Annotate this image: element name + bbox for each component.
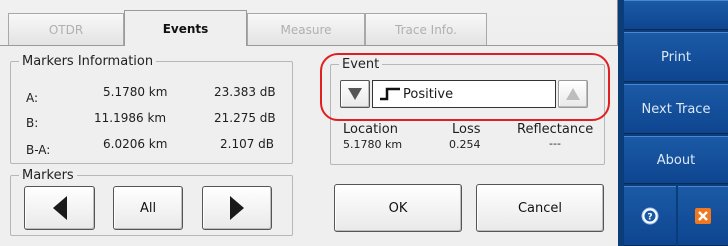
tab-otdr-label: OTDR bbox=[48, 22, 84, 37]
close-button[interactable] bbox=[678, 186, 728, 246]
marker-a-label: A: bbox=[26, 91, 39, 105]
cancel-label: Cancel bbox=[517, 200, 563, 216]
event-reflectance-value: --- bbox=[549, 137, 561, 150]
event-next-button[interactable] bbox=[558, 80, 588, 108]
sidebar-item-next-trace[interactable]: Next Trace bbox=[624, 84, 728, 134]
arrow-right-icon bbox=[230, 196, 244, 220]
close-icon bbox=[695, 208, 711, 224]
tab-events[interactable]: Events bbox=[124, 10, 247, 46]
event-location-header: Location bbox=[343, 122, 398, 137]
event-location-value: 5.1780 km bbox=[343, 138, 403, 151]
event-reflectance-header: Reflectance bbox=[517, 122, 594, 137]
event-title: Event bbox=[342, 57, 380, 72]
sidebar-item-print-label: Print bbox=[661, 49, 691, 65]
marker-a-distance: 5.1780 km bbox=[103, 85, 168, 99]
event-loss-header: Loss bbox=[452, 122, 481, 137]
markers-all-label: All bbox=[139, 200, 157, 216]
triangle-down-icon bbox=[348, 88, 362, 100]
markers-information-title: Markers Information bbox=[22, 54, 154, 69]
tab-events-label: Events bbox=[162, 21, 209, 36]
triangle-up-icon bbox=[566, 88, 580, 100]
main-panel: OTDR Events Measure Trace Info. Markers … bbox=[0, 0, 618, 246]
marker-ba-label: B-A: bbox=[26, 143, 51, 157]
marker-a-loss: 23.383 dB bbox=[214, 85, 276, 99]
sidebar-item-about-label: About bbox=[656, 152, 696, 168]
sidebar: Print Next Trace About ? bbox=[618, 0, 728, 246]
svg-text:?: ? bbox=[647, 213, 652, 223]
ok-label: OK bbox=[388, 200, 408, 216]
marker-b-loss: 21.275 dB bbox=[214, 111, 276, 125]
sidebar-top-button[interactable] bbox=[624, 0, 728, 30]
arrow-left-icon bbox=[52, 196, 67, 220]
event-previous-button[interactable] bbox=[340, 80, 370, 108]
marker-previous-button[interactable] bbox=[24, 186, 95, 230]
positive-step-icon bbox=[380, 87, 400, 101]
markers-all-button[interactable]: All bbox=[113, 186, 183, 230]
sidebar-item-about[interactable]: About bbox=[624, 136, 728, 184]
tab-measure[interactable]: Measure bbox=[247, 13, 365, 45]
marker-ba-distance: 6.0206 km bbox=[103, 137, 168, 151]
marker-next-button[interactable] bbox=[202, 186, 272, 230]
tab-otdr[interactable]: OTDR bbox=[8, 13, 124, 45]
markers-title: Markers bbox=[22, 168, 74, 183]
ok-button[interactable]: OK bbox=[334, 184, 462, 232]
event-loss-value: 0.254 bbox=[449, 138, 481, 151]
marker-ba-loss: 2.107 dB bbox=[220, 137, 275, 151]
sidebar-item-print[interactable]: Print bbox=[624, 32, 728, 82]
event-type-label: Positive bbox=[403, 86, 454, 102]
sidebar-item-next-trace-label: Next Trace bbox=[641, 101, 711, 117]
tab-measure-label: Measure bbox=[280, 22, 332, 37]
marker-b-distance: 11.1986 km bbox=[94, 111, 167, 125]
help-icon: ? bbox=[641, 207, 659, 225]
tab-trace-info[interactable]: Trace Info. bbox=[365, 13, 487, 45]
cancel-button[interactable]: Cancel bbox=[476, 184, 604, 232]
marker-b-label: B: bbox=[26, 116, 39, 130]
event-type-field[interactable]: Positive bbox=[372, 80, 556, 108]
help-button[interactable]: ? bbox=[624, 186, 676, 246]
tab-trace-info-label: Trace Info. bbox=[395, 22, 457, 37]
